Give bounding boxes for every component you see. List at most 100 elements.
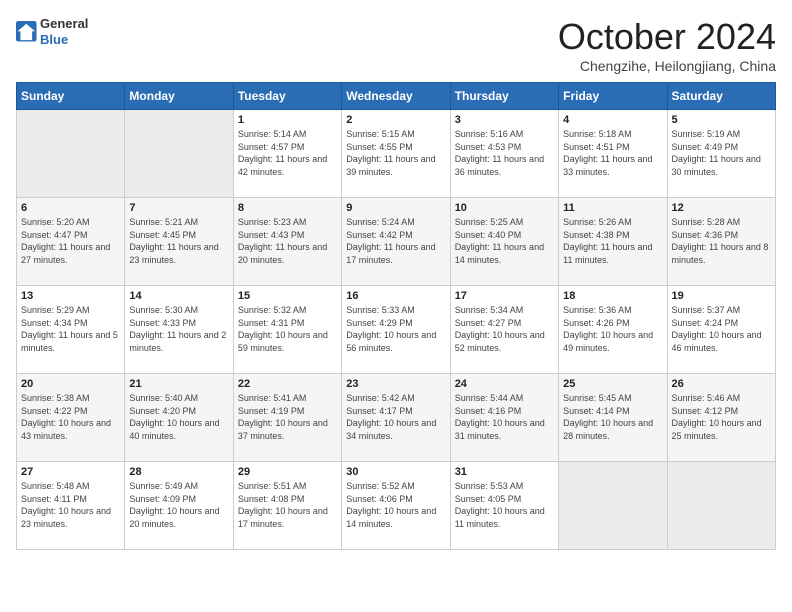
day-cell: 3Sunrise: 5:16 AM Sunset: 4:53 PM Daylig…	[450, 110, 558, 198]
logo-blue: Blue	[40, 32, 68, 47]
day-info: Sunrise: 5:48 AM Sunset: 4:11 PM Dayligh…	[21, 480, 120, 530]
day-info: Sunrise: 5:15 AM Sunset: 4:55 PM Dayligh…	[346, 128, 445, 178]
day-cell: 10Sunrise: 5:25 AM Sunset: 4:40 PM Dayli…	[450, 198, 558, 286]
header-thursday: Thursday	[450, 83, 558, 110]
day-cell: 23 Sunrise: 5:42 AM Sunset: 4:17 PM Dayli…	[342, 374, 450, 462]
week-row-4: 20Sunrise: 5:38 AM Sunset: 4:22 PM Dayli…	[17, 374, 776, 462]
day-info: Sunrise: 5:49 AM Sunset: 4:09 PM Dayligh…	[129, 480, 228, 530]
day-number: 3	[455, 114, 554, 126]
day-info: Sunrise: 5:52 AM Sunset: 4:06 PM Dayligh…	[346, 480, 445, 530]
day-cell: 1 Sunrise: 5:14 AM Sunset: 4:57 PM Daylig…	[233, 110, 341, 198]
day-cell	[559, 462, 667, 550]
day-number: 15	[238, 290, 337, 302]
location: Chengzihe, Heilongjiang, China	[558, 58, 776, 74]
day-cell: 31Sunrise: 5:53 AM Sunset: 4:05 PM Dayli…	[450, 462, 558, 550]
day-info: Sunrise: 5:42 AM Sunset: 4:17 PM Dayligh…	[346, 392, 445, 442]
day-number: 16	[346, 290, 445, 302]
day-cell: 16 Sunrise: 5:33 AM Sunset: 4:29 PM Dayli…	[342, 286, 450, 374]
day-cell: 28 Sunrise: 5:49 AM Sunset: 4:09 PM Dayli…	[125, 462, 233, 550]
day-info: Sunrise: 5:24 AM Sunset: 4:42 PM Dayligh…	[346, 216, 445, 266]
day-number: 28	[129, 466, 228, 478]
day-cell: 12Sunrise: 5:28 AM Sunset: 4:36 PM Dayli…	[667, 198, 775, 286]
day-number: 4	[563, 114, 662, 126]
day-number: 27	[21, 466, 120, 478]
day-cell: 13 Sunrise: 5:29 AM Sunset: 4:34 PM Dayli…	[17, 286, 125, 374]
day-info: Sunrise: 5:18 AM Sunset: 4:51 PM Dayligh…	[563, 128, 662, 178]
day-info: Sunrise: 5:28 AM Sunset: 4:36 PM Dayligh…	[672, 216, 771, 266]
day-cell	[17, 110, 125, 198]
day-cell: 21 Sunrise: 5:40 AM Sunset: 4:20 PM Dayli…	[125, 374, 233, 462]
day-number: 30	[346, 466, 445, 478]
title-block: October 2024 Chengzihe, Heilongjiang, Ch…	[558, 16, 776, 74]
header-saturday: Saturday	[667, 83, 775, 110]
day-info: Sunrise: 5:29 AM Sunset: 4:34 PM Dayligh…	[21, 304, 120, 354]
day-info: Sunrise: 5:36 AM Sunset: 4:26 PM Dayligh…	[563, 304, 662, 354]
logo: General Blue	[16, 16, 88, 47]
day-number: 9	[346, 202, 445, 214]
day-number: 6	[21, 202, 120, 214]
day-number: 7	[129, 202, 228, 214]
header-wednesday: Wednesday	[342, 83, 450, 110]
day-info: Sunrise: 5:30 AM Sunset: 4:33 PM Dayligh…	[129, 304, 228, 354]
day-info: Sunrise: 5:19 AM Sunset: 4:49 PM Dayligh…	[672, 128, 771, 178]
day-cell: 15 Sunrise: 5:32 AM Sunset: 4:31 PM Dayli…	[233, 286, 341, 374]
day-cell: 19 Sunrise: 5:37 AM Sunset: 4:24 PM Dayli…	[667, 286, 775, 374]
day-number: 22	[238, 378, 337, 390]
week-row-3: 13 Sunrise: 5:29 AM Sunset: 4:34 PM Dayli…	[17, 286, 776, 374]
day-info: Sunrise: 5:46 AM Sunset: 4:12 PM Dayligh…	[672, 392, 771, 442]
header-sunday: Sunday	[17, 83, 125, 110]
week-row-1: 1 Sunrise: 5:14 AM Sunset: 4:57 PM Daylig…	[17, 110, 776, 198]
day-cell: 7 Sunrise: 5:21 AM Sunset: 4:45 PM Daylig…	[125, 198, 233, 286]
day-cell: 2Sunrise: 5:15 AM Sunset: 4:55 PM Daylig…	[342, 110, 450, 198]
day-info: Sunrise: 5:45 AM Sunset: 4:14 PM Dayligh…	[563, 392, 662, 442]
day-info: Sunrise: 5:21 AM Sunset: 4:45 PM Dayligh…	[129, 216, 228, 266]
day-number: 25	[563, 378, 662, 390]
day-number: 14	[129, 290, 228, 302]
logo-general: General	[40, 16, 88, 31]
day-number: 23	[346, 378, 445, 390]
day-number: 29	[238, 466, 337, 478]
day-info: Sunrise: 5:38 AM Sunset: 4:22 PM Dayligh…	[21, 392, 120, 442]
day-cell: 4 Sunrise: 5:18 AM Sunset: 4:51 PM Daylig…	[559, 110, 667, 198]
day-cell: 24 Sunrise: 5:44 AM Sunset: 4:16 PM Dayli…	[450, 374, 558, 462]
day-info: Sunrise: 5:23 AM Sunset: 4:43 PM Dayligh…	[238, 216, 337, 266]
day-number: 21	[129, 378, 228, 390]
day-cell: 18 Sunrise: 5:36 AM Sunset: 4:26 PM Dayli…	[559, 286, 667, 374]
day-info: Sunrise: 5:14 AM Sunset: 4:57 PM Dayligh…	[238, 128, 337, 178]
day-number: 10	[455, 202, 554, 214]
day-number: 24	[455, 378, 554, 390]
day-cell: 22 Sunrise: 5:41 AM Sunset: 4:19 PM Dayli…	[233, 374, 341, 462]
day-info: Sunrise: 5:44 AM Sunset: 4:16 PM Dayligh…	[455, 392, 554, 442]
day-cell: 8 Sunrise: 5:23 AM Sunset: 4:43 PM Daylig…	[233, 198, 341, 286]
week-row-5: 27 Sunrise: 5:48 AM Sunset: 4:11 PM Dayli…	[17, 462, 776, 550]
day-number: 19	[672, 290, 771, 302]
day-info: Sunrise: 5:40 AM Sunset: 4:20 PM Dayligh…	[129, 392, 228, 442]
day-number: 8	[238, 202, 337, 214]
day-info: Sunrise: 5:33 AM Sunset: 4:29 PM Dayligh…	[346, 304, 445, 354]
day-cell: 26Sunrise: 5:46 AM Sunset: 4:12 PM Dayli…	[667, 374, 775, 462]
day-info: Sunrise: 5:37 AM Sunset: 4:24 PM Dayligh…	[672, 304, 771, 354]
day-cell: 25 Sunrise: 5:45 AM Sunset: 4:14 PM Dayli…	[559, 374, 667, 462]
day-cell: 5 Sunrise: 5:19 AM Sunset: 4:49 PM Daylig…	[667, 110, 775, 198]
day-cell	[125, 110, 233, 198]
day-cell	[667, 462, 775, 550]
day-cell: 17 Sunrise: 5:34 AM Sunset: 4:27 PM Dayli…	[450, 286, 558, 374]
header-tuesday: Tuesday	[233, 83, 341, 110]
day-info: Sunrise: 5:32 AM Sunset: 4:31 PM Dayligh…	[238, 304, 337, 354]
day-info: Sunrise: 5:41 AM Sunset: 4:19 PM Dayligh…	[238, 392, 337, 442]
day-number: 1	[238, 114, 337, 126]
logo-text: General Blue	[40, 16, 88, 47]
day-number: 11	[563, 202, 662, 214]
day-info: Sunrise: 5:20 AM Sunset: 4:47 PM Dayligh…	[21, 216, 120, 266]
day-number: 5	[672, 114, 771, 126]
day-cell: 27 Sunrise: 5:48 AM Sunset: 4:11 PM Dayli…	[17, 462, 125, 550]
day-cell: 6 Sunrise: 5:20 AM Sunset: 4:47 PM Daylig…	[17, 198, 125, 286]
day-number: 13	[21, 290, 120, 302]
header-monday: Monday	[125, 83, 233, 110]
day-number: 18	[563, 290, 662, 302]
calendar-header-row: SundayMondayTuesdayWednesdayThursdayFrid…	[17, 83, 776, 110]
day-cell: 29Sunrise: 5:51 AM Sunset: 4:08 PM Dayli…	[233, 462, 341, 550]
day-info: Sunrise: 5:34 AM Sunset: 4:27 PM Dayligh…	[455, 304, 554, 354]
day-number: 17	[455, 290, 554, 302]
day-cell: 14 Sunrise: 5:30 AM Sunset: 4:33 PM Dayli…	[125, 286, 233, 374]
